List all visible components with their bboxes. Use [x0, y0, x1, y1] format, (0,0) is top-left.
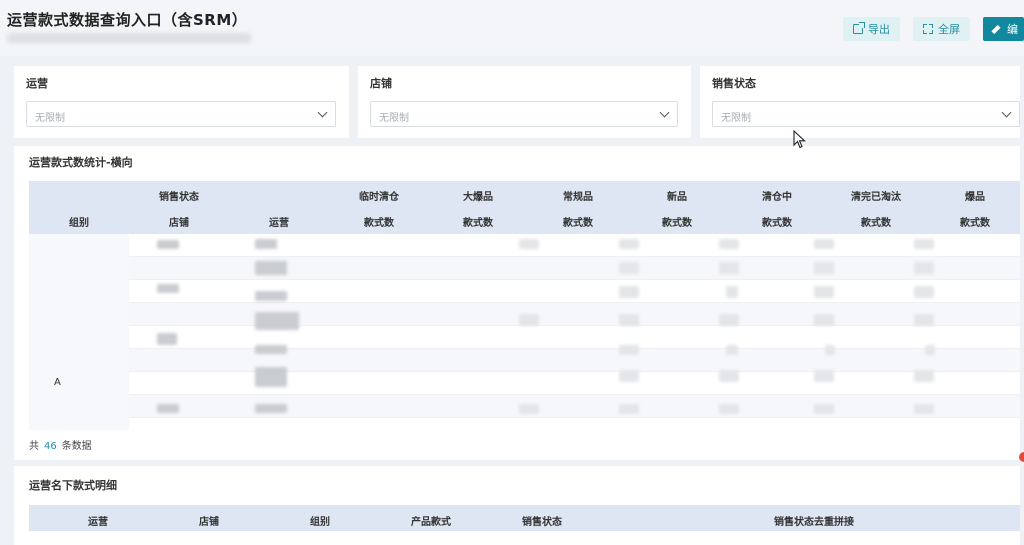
header-temp-clearance: 临时清仓 [359, 192, 399, 203]
redacted-cell [255, 345, 287, 354]
redacted-cell [157, 240, 179, 249]
redacted-cell [255, 291, 287, 301]
fullscreen-button[interactable]: 全屏 [913, 17, 970, 41]
fullscreen-button-label: 全屏 [938, 23, 960, 36]
redacted-cell [157, 284, 179, 293]
header-sales-status: 销售状态 [159, 192, 199, 203]
edit-button-label: 编 [1007, 23, 1018, 36]
edit-icon [992, 24, 1002, 34]
detail-header-group: 组别 [310, 517, 330, 528]
detail-header-operator: 运营 [88, 517, 108, 528]
chevron-down-icon [317, 107, 328, 118]
header-new: 新品 [667, 192, 687, 203]
sales-status-select[interactable]: 无限制 [712, 101, 1020, 127]
sales-status-select-placeholder: 无限制 [721, 113, 751, 124]
header-style-count: 款式数 [463, 218, 493, 229]
redacted-cell [157, 404, 179, 413]
notification-dot [1019, 452, 1024, 462]
filter-card-sales-status: 销售状态 无限制 [700, 66, 1020, 138]
total-number: 46 [44, 441, 57, 452]
operator-select-placeholder: 无限制 [35, 113, 65, 124]
header-regular: 常规品 [563, 192, 593, 203]
header-style-count: 款式数 [861, 218, 891, 229]
header-style-count: 款式数 [563, 218, 593, 229]
filter-label-store: 店铺 [370, 77, 392, 90]
detail-table-card: 运营名下款式明细 运营 店铺 组别 产品款式 销售状态 销售状态去重拼接 [14, 466, 1020, 545]
header-clearing: 清仓中 [762, 192, 792, 203]
redacted-cell [157, 333, 177, 345]
detail-header-sales-status-dedup: 销售状态去重拼接 [774, 517, 854, 528]
header-style-count: 款式数 [364, 218, 394, 229]
header-store: 店铺 [169, 218, 189, 229]
header-big-hit: 大爆品 [463, 192, 493, 203]
export-icon [853, 22, 865, 34]
detail-table-title: 运营名下款式明细 [29, 479, 117, 492]
stats-table-body: A [29, 234, 1020, 430]
header-style-count: 款式数 [762, 218, 792, 229]
header-group: 组别 [69, 218, 89, 229]
header-cleared-retired: 清完已淘汰 [851, 192, 901, 203]
detail-header-store: 店铺 [199, 517, 219, 528]
header-hit: 爆品 [965, 192, 985, 203]
filter-label-sales-status: 销售状态 [712, 77, 756, 90]
edit-button[interactable]: 编 [983, 17, 1024, 41]
total-prefix: 共 [29, 441, 39, 452]
store-select[interactable]: 无限制 [370, 101, 678, 127]
operator-select[interactable]: 无限制 [26, 101, 336, 127]
page-subtitle-redacted [7, 33, 251, 43]
fullscreen-icon [923, 24, 933, 34]
stats-table-title: 运营款式数统计-横向 [29, 156, 133, 169]
redacted-cell [255, 404, 287, 413]
header-style-count: 款式数 [960, 218, 990, 229]
filter-card-store: 店铺 无限制 [358, 66, 691, 138]
header-style-count: 款式数 [662, 218, 692, 229]
store-select-placeholder: 无限制 [379, 113, 409, 124]
stats-table-header: 销售状态 临时清仓 大爆品 常规品 新品 清仓中 清完已淘汰 爆品 组别 店铺 … [29, 181, 1020, 234]
stats-table-card: 运营款式数统计-横向 销售状态 临时清仓 大爆品 常规品 新品 清仓中 清完已淘… [14, 146, 1020, 460]
page-title: 运营款式数据查询入口（含SRM） [7, 11, 248, 29]
group-value: A [54, 377, 61, 388]
export-button-label: 导出 [868, 23, 890, 36]
export-button[interactable]: 导出 [843, 17, 900, 41]
chevron-down-icon [1001, 107, 1012, 118]
redacted-cell [255, 261, 287, 275]
detail-table-header: 运营 店铺 组别 产品款式 销售状态 销售状态去重拼接 [29, 505, 1020, 531]
header-operator: 运营 [269, 218, 289, 229]
redacted-cell [255, 239, 277, 249]
total-count: 共 46 条数据 [29, 437, 92, 452]
page-header: 运营款式数据查询入口（含SRM） 导出 全屏 编 [0, 0, 1024, 56]
detail-header-product-style: 产品款式 [411, 517, 451, 528]
detail-header-sales-status: 销售状态 [522, 517, 562, 528]
redacted-cell [255, 312, 299, 330]
total-suffix: 条数据 [61, 441, 92, 452]
chevron-down-icon [659, 107, 670, 118]
group-cell: A [29, 234, 129, 430]
filter-card-operator: 运营 无限制 [14, 66, 349, 138]
filter-label-operator: 运营 [26, 77, 48, 90]
redacted-cell [255, 367, 287, 387]
